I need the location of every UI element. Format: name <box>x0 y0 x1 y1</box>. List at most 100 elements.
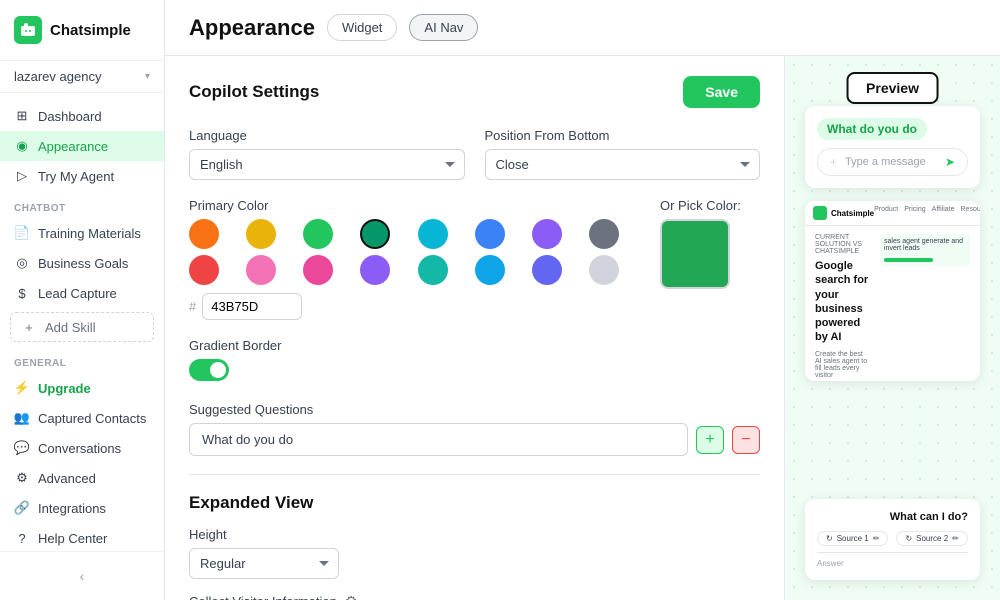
primary-color-group: Primary Color # <box>189 198 640 320</box>
edit-icon: ✏ <box>873 534 880 543</box>
sidebar-item-integrations[interactable]: 🔗 Integrations <box>0 493 164 523</box>
swatch-orange[interactable] <box>189 219 219 249</box>
preview-chat-header: What do you do <box>817 118 927 140</box>
sidebar-item-conversations[interactable]: 💬 Conversations <box>0 433 164 463</box>
collect-visitor-label: Collect Visitor Information <box>189 594 337 600</box>
sidebar-item-add-skill[interactable]: + Add Skill <box>10 312 154 342</box>
hex-label: # <box>189 299 196 314</box>
tab-ai-nav[interactable]: AI Nav <box>409 14 478 41</box>
swatch-violet[interactable] <box>360 255 390 285</box>
swatch-gray[interactable] <box>589 219 619 249</box>
preview-bottom-widget: What can I do? ↻ Source 1 ✏ ↻ Source 2 ✏… <box>805 499 980 580</box>
nav-link-product: Product <box>874 206 898 220</box>
sidebar-item-captured-contacts[interactable]: 👥 Captured Contacts <box>0 403 164 433</box>
users-icon: 👥 <box>14 410 30 426</box>
gradient-border-label: Gradient Border <box>189 338 760 353</box>
sidebar-item-help-center[interactable]: ? Help Center <box>0 523 164 551</box>
swatch-pink-dark[interactable] <box>303 255 333 285</box>
page-title: Appearance <box>189 15 315 41</box>
swatch-red[interactable] <box>189 255 219 285</box>
swatch-light-gray[interactable] <box>589 255 619 285</box>
or-pick-label: Or Pick Color: <box>660 198 760 213</box>
target-icon: ◎ <box>14 255 30 271</box>
play-icon: ▷ <box>14 168 30 184</box>
grid-icon: ⊞ <box>14 108 30 124</box>
logo-text: Chatsimple <box>50 22 131 39</box>
swatch-blue[interactable] <box>475 219 505 249</box>
swatch-sky[interactable] <box>475 255 505 285</box>
preview-sources: ↻ Source 1 ✏ ↻ Source 2 ✏ <box>817 531 968 546</box>
collect-visitor-settings-icon[interactable]: ⚙ <box>345 593 358 600</box>
swatch-pink[interactable] <box>246 255 276 285</box>
preview-website-desc: Create the best AI sales agent to fill l… <box>815 351 870 379</box>
color-picker-box[interactable] <box>660 219 730 289</box>
settings-panel: Copilot Settings Save Language English P… <box>165 56 785 600</box>
swatch-indigo[interactable] <box>532 255 562 285</box>
hex-input[interactable] <box>202 293 302 320</box>
swatch-teal[interactable] <box>418 255 448 285</box>
gradient-border-toggle[interactable] <box>189 359 229 381</box>
link-icon: 🔗 <box>14 500 30 516</box>
source-1-label: Source 1 <box>837 534 869 543</box>
book-icon: 📄 <box>14 225 30 241</box>
section-title: Copilot Settings <box>189 82 319 102</box>
save-button[interactable]: Save <box>683 76 760 108</box>
add-question-button[interactable]: + <box>696 426 724 454</box>
nav-link-pricing: Pricing <box>904 206 925 220</box>
position-select[interactable]: Close <box>485 149 761 180</box>
edit-icon-2: ✏ <box>952 534 959 543</box>
collapse-sidebar-button[interactable]: ‹ <box>0 560 164 592</box>
preview-tag: CURRENT SOLUTION VS CHATSIMPLE <box>815 234 870 255</box>
preview-content-left: CURRENT SOLUTION VS CHATSIMPLE Google se… <box>815 234 870 381</box>
swatch-green-light[interactable] <box>303 219 333 249</box>
sidebar-item-lead-capture[interactable]: $ Lead Capture <box>0 278 164 308</box>
chevron-down-icon: ▾ <box>145 71 150 82</box>
suggested-question-input[interactable] <box>189 423 688 456</box>
agency-selector[interactable]: lazarev agency ▾ <box>0 61 164 93</box>
swatch-green-dark[interactable] <box>360 219 390 249</box>
bolt-icon: ⚡ <box>14 380 30 396</box>
tab-widget[interactable]: Widget <box>327 14 397 41</box>
sidebar-item-dashboard[interactable]: ⊞ Dashboard <box>0 101 164 131</box>
sidebar-item-try-my-agent[interactable]: ▷ Try My Agent <box>0 161 164 191</box>
swatch-purple[interactable] <box>532 219 562 249</box>
sidebar-item-business-goals[interactable]: ◎ Business Goals <box>0 248 164 278</box>
swatch-cyan[interactable] <box>418 219 448 249</box>
divider <box>189 474 760 475</box>
position-group: Position From Bottom Close <box>485 128 761 180</box>
question-icon: ? <box>14 530 30 546</box>
swatch-yellow[interactable] <box>246 219 276 249</box>
language-position-row: Language English Position From Bottom Cl… <box>189 128 760 180</box>
preview-website: Chatsimple Product Pricing Affiliate Res… <box>805 201 980 381</box>
sidebar-item-label: Lead Capture <box>38 286 117 301</box>
preview-source-2: ↻ Source 2 ✏ <box>896 531 967 546</box>
logo: Chatsimple <box>0 0 164 61</box>
source-2-label: Source 2 <box>916 534 948 543</box>
cog-icon: ⚙ <box>14 470 30 486</box>
sidebar-item-upgrade[interactable]: ⚡ Upgrade <box>0 373 164 403</box>
gradient-border-section: Gradient Border <box>189 338 760 384</box>
nav-link-resources: Resources <box>961 206 981 220</box>
section-header: Copilot Settings Save <box>189 76 760 108</box>
agency-name: lazarev agency <box>14 69 101 84</box>
sidebar-item-appearance[interactable]: ◉ Appearance <box>0 131 164 161</box>
sidebar-item-training-materials[interactable]: 📄 Training Materials <box>0 218 164 248</box>
sidebar: Chatsimple lazarev agency ▾ ⊞ Dashboard … <box>0 0 165 600</box>
sidebar-item-label: Advanced <box>38 471 96 486</box>
plus-icon: + <box>21 319 37 335</box>
preview-nav-links: Product Pricing Affiliate Resources Biz … <box>874 206 980 220</box>
logo-icon <box>14 16 42 44</box>
expanded-view-title: Expanded View <box>189 493 760 513</box>
remove-question-button[interactable]: − <box>732 426 760 454</box>
language-select[interactable]: English <box>189 149 465 180</box>
sidebar-item-label: Help Center <box>38 531 107 546</box>
refresh-icon: ↻ <box>826 534 833 543</box>
height-select[interactable]: Regular <box>189 548 339 579</box>
page-header: Appearance Widget AI Nav <box>165 0 1000 56</box>
height-group: Height Regular <box>189 527 760 579</box>
preview-input-placeholder: Type a message <box>845 156 937 168</box>
content-area: Copilot Settings Save Language English P… <box>165 56 1000 600</box>
sidebar-item-advanced[interactable]: ⚙ Advanced <box>0 463 164 493</box>
chat-icon: 💬 <box>14 440 30 456</box>
preview-label: Preview <box>846 72 939 104</box>
